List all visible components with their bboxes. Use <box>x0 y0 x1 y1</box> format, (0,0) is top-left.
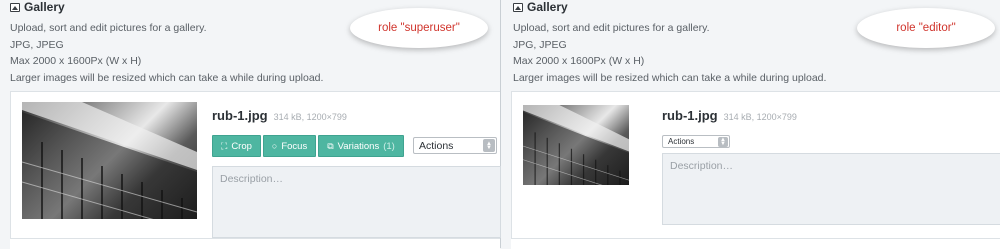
file-name-row: rub-1.jpg 314 kB, 1200×799 <box>662 108 797 123</box>
variations-label: Variations <box>337 140 380 152</box>
panel-superuser: Gallery Upload, sort and edit pictures f… <box>0 0 501 249</box>
gallery-description: Upload, sort and edit pictures for a gal… <box>10 20 323 86</box>
description-line: Upload, sort and edit pictures for a gal… <box>513 22 710 34</box>
gallery-description: Upload, sort and edit pictures for a gal… <box>513 20 826 86</box>
image-icon <box>10 2 20 12</box>
actions-select-value: Actions <box>419 139 454 152</box>
crop-icon: ⛶ <box>221 140 228 151</box>
file-name: rub-1.jpg <box>662 108 718 123</box>
gallery-header: Gallery <box>513 0 568 14</box>
edit-toolbar: ⛶ Crop ○ Focus ⧉ Variations (1) <box>212 135 404 157</box>
next-card-edge <box>511 238 1000 249</box>
description-line: Larger images will be resized which can … <box>513 71 827 84</box>
description-line: Upload, sort and edit pictures for a gal… <box>10 22 207 34</box>
next-card-edge <box>10 238 500 249</box>
updown-arrows-icon: ▲ ▼ <box>718 136 728 147</box>
description-line: Max 2000 x 1600Px (W x H) <box>10 55 142 67</box>
file-name: rub-1.jpg <box>212 108 268 123</box>
image-thumbnail[interactable] <box>523 105 629 185</box>
variations-count: (1) <box>383 140 395 152</box>
panel-editor: Gallery Upload, sort and edit pictures f… <box>503 0 1000 249</box>
gallery-title: Gallery <box>527 0 568 14</box>
actions-select[interactable]: Actions ▲ ▼ <box>413 137 497 154</box>
updown-arrows-icon: ▲ ▼ <box>483 139 495 152</box>
role-annotation: role "superuser" <box>350 8 488 48</box>
image-icon <box>513 2 523 12</box>
file-name-row: rub-1.jpg 314 kB, 1200×799 <box>212 108 347 123</box>
description-line: JPG, JPEG <box>10 38 64 51</box>
crop-button[interactable]: ⛶ Crop <box>212 135 261 157</box>
actions-select-value: Actions <box>668 137 695 146</box>
role-annotation: role "editor" <box>857 8 995 48</box>
crop-label: Crop <box>231 140 252 152</box>
image-card: rub-1.jpg 314 kB, 1200×799 ⛶ Crop ○ Focus… <box>10 91 501 243</box>
building-photo <box>22 102 197 219</box>
variations-button[interactable]: ⧉ Variations (1) <box>318 135 404 157</box>
file-meta: 314 kB, 1200×799 <box>273 112 347 122</box>
focus-button[interactable]: ○ Focus <box>262 135 317 157</box>
description-line: JPG, JPEG <box>513 38 567 51</box>
copy-icon: ⧉ <box>327 140 334 151</box>
description-textarea[interactable]: Description… <box>662 153 1000 225</box>
circle-icon: ○ <box>271 140 278 151</box>
description-textarea[interactable]: Description… <box>212 166 501 238</box>
description-line: Max 2000 x 1600Px (W x H) <box>513 55 645 67</box>
description-line: Larger images will be resized which can … <box>10 71 324 84</box>
image-thumbnail[interactable] <box>22 102 197 219</box>
file-meta: 314 kB, 1200×799 <box>723 112 797 122</box>
gallery-header: Gallery <box>10 0 65 14</box>
gallery-title: Gallery <box>24 0 65 14</box>
building-photo <box>523 105 629 185</box>
actions-select[interactable]: Actions ▲ ▼ <box>662 135 730 148</box>
image-card: rub-1.jpg 314 kB, 1200×799 Actions ▲ ▼ Des… <box>511 91 1000 243</box>
focus-label: Focus <box>281 140 308 152</box>
